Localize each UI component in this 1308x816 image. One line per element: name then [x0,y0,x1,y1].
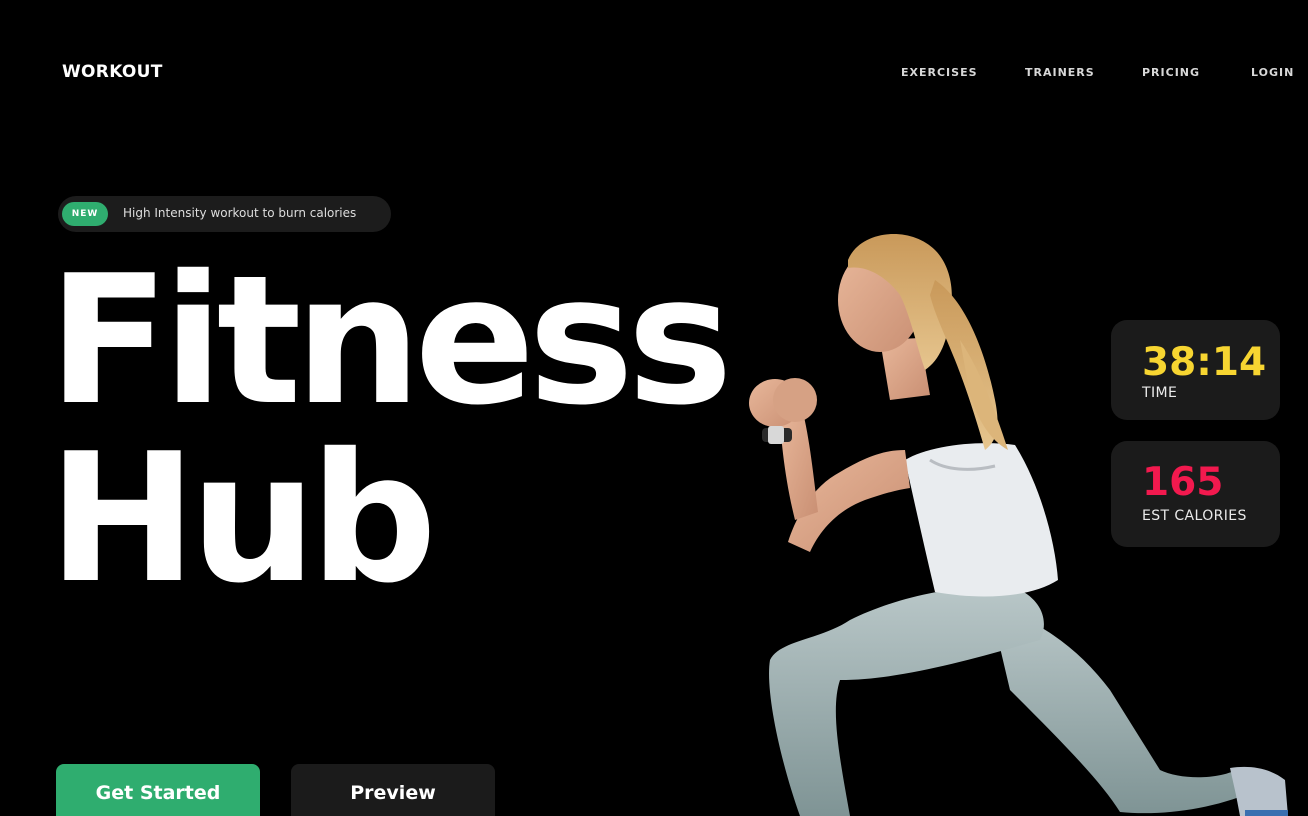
calories-label: EST CALORIES [1142,508,1247,524]
calories-stat-card: 165 EST CALORIES [1111,441,1280,547]
brand-logo[interactable]: WORKOUT [62,62,163,82]
nav-link-trainers[interactable]: TRAINERS [1025,66,1095,79]
time-value: 38:14 [1142,340,1267,385]
hero-title-line-2: Hub [48,415,437,622]
announcement-badge[interactable]: NEW High Intensity workout to burn calor… [58,196,391,232]
preview-button[interactable]: Preview [291,764,495,816]
get-started-button[interactable]: Get Started [56,764,260,816]
nav-link-login[interactable]: LOGIN [1251,66,1294,79]
hero-title-line-1: Fitness [48,237,733,444]
time-label: TIME [1142,385,1178,401]
top-nav: EXERCISES TRAINERS PRICING LOGIN [878,66,1308,80]
time-stat-card: 38:14 TIME [1111,320,1280,420]
landing-page: WORKOUT EXERCISES TRAINERS PRICING LOGIN… [0,0,1308,816]
calories-value: 165 [1142,460,1224,505]
nav-link-exercises[interactable]: EXERCISES [901,66,978,79]
announcement-text: High Intensity workout to burn calories [123,206,357,220]
nav-link-pricing[interactable]: PRICING [1142,66,1200,79]
new-tag: NEW [62,202,108,226]
